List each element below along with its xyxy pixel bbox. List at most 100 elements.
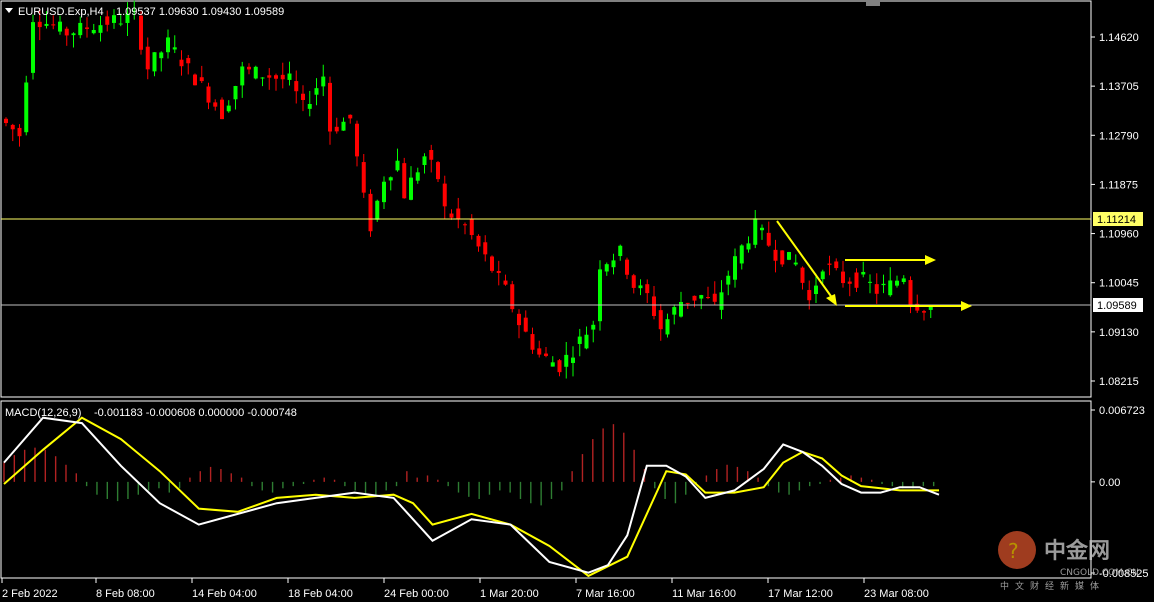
down-trend-arrow[interactable] <box>776 220 834 300</box>
candle-body <box>631 275 636 288</box>
candle-body <box>321 76 326 87</box>
candle-body <box>44 23 49 26</box>
candle-body <box>253 66 258 79</box>
candle-body <box>483 242 488 255</box>
candle-body <box>665 319 670 335</box>
candle-body <box>436 162 440 180</box>
candle-body <box>17 127 22 137</box>
candle-body <box>557 360 562 373</box>
candle-body <box>105 16 110 25</box>
price-tick-label: 1.10960 <box>1099 229 1139 241</box>
candle-body <box>814 285 818 295</box>
candle-body <box>463 224 467 226</box>
candle-body <box>375 200 380 220</box>
trend-arrows[interactable] <box>776 220 972 311</box>
candle-body <box>807 290 812 301</box>
candle-body <box>571 357 575 363</box>
candle-body <box>24 82 29 133</box>
current-price-label: 1.09589 <box>1097 300 1137 312</box>
candle-body <box>91 29 96 34</box>
candle-body <box>172 47 177 50</box>
candle-body <box>10 124 15 130</box>
candle-body <box>476 235 481 247</box>
candle-body <box>199 77 204 82</box>
candle-body <box>780 250 785 265</box>
candle-body <box>820 271 825 280</box>
watermark-tagline: 中文财经新媒体 <box>1000 580 1105 592</box>
candle-body <box>341 121 346 131</box>
candle-body <box>699 295 704 299</box>
time-tick-label: 11 Mar 16:00 <box>672 588 736 600</box>
candle-body <box>834 261 839 269</box>
price-axis: 1.14620 1.13705 1.12790 1.11875 1.10960 1.100… <box>1091 32 1139 388</box>
candle-body <box>348 114 353 119</box>
watermark-logo: ? 中金网 CNGOLD.COM.CN 中文财经新媒体 <box>998 531 1139 592</box>
candle-body <box>51 24 56 26</box>
candle-body <box>422 156 427 166</box>
lower-flat-arrowhead <box>961 301 972 311</box>
candle-body <box>328 82 332 132</box>
candle-body <box>577 336 582 344</box>
candle-body <box>456 208 461 219</box>
candle-body <box>692 295 697 301</box>
candle-body <box>672 307 677 315</box>
candle-body <box>449 213 454 218</box>
price-tick-label: 1.13705 <box>1099 81 1139 93</box>
candle-body <box>881 283 886 286</box>
trading-chart[interactable]: 1.14620 1.13705 1.12790 1.11875 1.10960 1.100… <box>0 0 1154 602</box>
down-trend-arrowhead <box>826 294 837 306</box>
macd-label: MACD(12,26,9) <box>5 407 81 419</box>
candle-body <box>888 280 893 296</box>
candle-body <box>523 317 528 332</box>
candle-body <box>638 285 643 289</box>
price-panel-frame <box>0 0 1092 398</box>
time-tick-label: 14 Feb 04:00 <box>192 588 257 600</box>
candle-body <box>469 218 474 236</box>
resistance-level-label: 1.11214 <box>1097 214 1136 226</box>
candle-body <box>706 297 710 299</box>
candle-body <box>861 271 866 275</box>
candle-body <box>58 21 62 32</box>
candle-body <box>908 280 913 307</box>
candle-body <box>658 310 663 330</box>
candle-body <box>307 103 312 109</box>
candle-body <box>841 271 845 284</box>
candle-body <box>64 28 69 36</box>
candle-body <box>868 281 872 283</box>
candle-body <box>733 256 737 280</box>
candle-body <box>118 23 123 25</box>
candle-body <box>4 118 8 124</box>
candle-body <box>503 280 508 285</box>
candle-body <box>409 177 413 200</box>
candle-body <box>78 22 83 36</box>
macd-main-line <box>3 416 940 574</box>
time-tick-label: 2 Feb 2022 <box>2 588 58 600</box>
candle-body <box>355 123 359 157</box>
candle-body <box>294 81 299 92</box>
chart-shift-handle[interactable] <box>866 1 880 6</box>
candle-body <box>71 33 76 36</box>
candle-body <box>760 227 764 231</box>
price-tick-label: 1.14620 <box>1099 32 1139 44</box>
brand-logo-glyph-icon: ? <box>1008 539 1019 563</box>
candle-body <box>382 181 386 203</box>
chart-menu-triangle-icon[interactable] <box>5 8 13 13</box>
candle-body <box>895 280 899 286</box>
candle-body <box>186 58 191 64</box>
candle-body <box>746 243 751 250</box>
time-tick-label: 8 Feb 08:00 <box>96 588 155 600</box>
price-tick-label: 1.09130 <box>1099 327 1139 339</box>
candle-body <box>267 75 272 78</box>
price-tick-label: 1.11875 <box>1099 179 1138 191</box>
time-tick-label: 1 Mar 20:00 <box>480 588 539 600</box>
candle-body <box>314 88 319 95</box>
time-tick-label: 7 Mar 16:00 <box>576 588 635 600</box>
candle-body <box>85 27 89 29</box>
price-tick-label: 1.12790 <box>1099 130 1139 142</box>
candle-body <box>274 75 278 79</box>
candle-body <box>415 172 420 181</box>
candle-body <box>712 293 717 302</box>
candle-body <box>564 354 569 367</box>
candle-body <box>240 66 245 86</box>
candle-body <box>395 160 400 171</box>
